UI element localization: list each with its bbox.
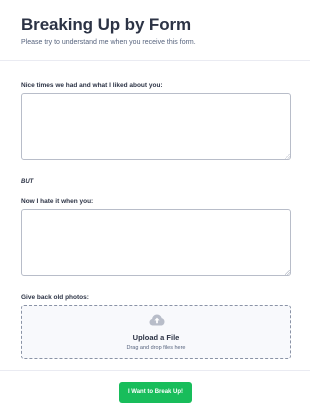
upload-title: Upload a File xyxy=(132,333,180,342)
hate-label: Now I hate it when you: xyxy=(21,198,94,205)
nice-times-label: Nice times we had and what I liked about… xyxy=(21,82,163,89)
header-divider xyxy=(0,60,310,61)
form-subtitle: Please try to understand me when you rec… xyxy=(21,39,196,46)
form-title: Breaking Up by Form xyxy=(21,15,192,34)
footer-divider xyxy=(0,370,310,371)
but-text: BUT xyxy=(21,179,34,185)
nice-times-resize-handle[interactable] xyxy=(285,154,290,159)
file-upload-dropzone[interactable]: Upload a File Drag and drop files here xyxy=(21,305,291,359)
submit-button[interactable]: I Want to Break Up! xyxy=(119,382,192,403)
form-page: Breaking Up by Form Please try to unders… xyxy=(0,0,310,419)
nice-times-textarea[interactable] xyxy=(21,93,291,160)
cloud-upload-icon xyxy=(149,314,165,326)
photos-label: Give back old photos: xyxy=(21,294,89,301)
hate-resize-handle[interactable] xyxy=(285,270,290,275)
form-header: Breaking Up by Form Please try to unders… xyxy=(21,15,300,48)
hate-textarea[interactable] xyxy=(21,209,291,276)
upload-hint: Drag and drop files here xyxy=(126,345,186,351)
